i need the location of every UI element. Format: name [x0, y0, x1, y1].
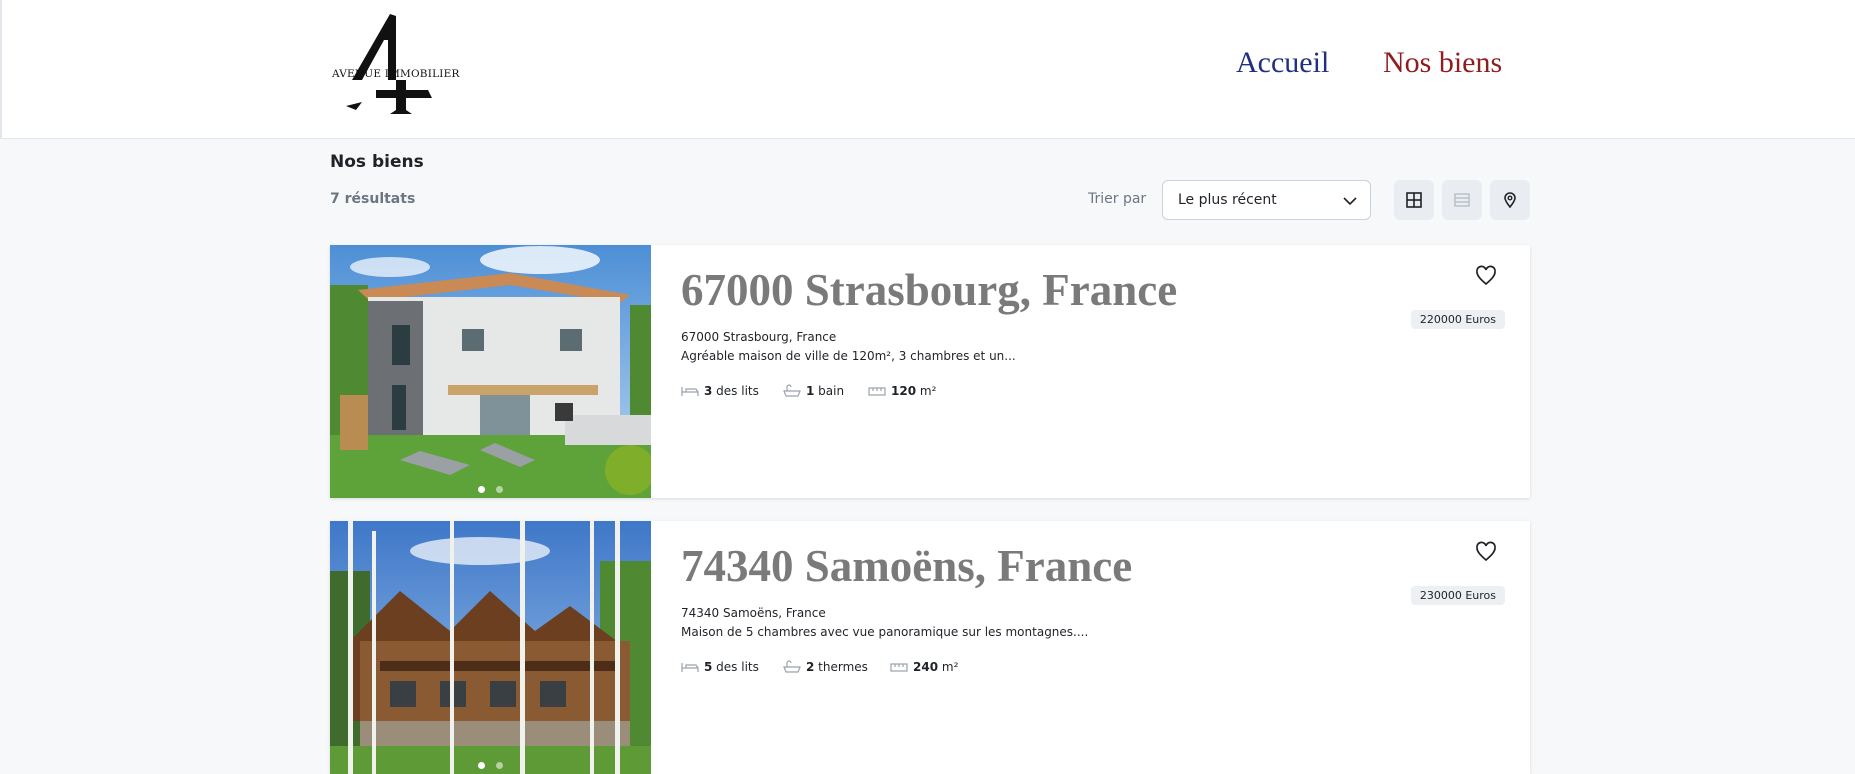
baths-label: thermes [814, 660, 868, 674]
map-pin-icon [1504, 192, 1516, 209]
property-card[interactable]: 74340 Samoëns, France 74340 Samoëns, Fra… [330, 521, 1530, 774]
page-title: Nos biens [330, 152, 424, 172]
map-view-button[interactable] [1490, 180, 1530, 220]
property-card[interactable]: 67000 Strasbourg, France 67000 Strasbour… [330, 245, 1530, 498]
grid-view-button[interactable] [1394, 180, 1434, 220]
property-title[interactable]: 74340 Samoëns, France [681, 540, 1132, 592]
bed-icon [681, 663, 699, 672]
grid-view-icon [1406, 192, 1422, 208]
ruler-icon [868, 387, 886, 396]
feature-baths: 2 thermes [783, 660, 868, 674]
area-label: m² [938, 660, 959, 674]
chalet-photo [330, 521, 651, 774]
sort-selected-value: Le plus récent [1178, 192, 1277, 208]
sort-label: Trier par [1088, 191, 1147, 207]
property-description: Agréable maison de ville de 120m², 3 cha… [681, 349, 1016, 363]
feature-area: 120 m² [868, 384, 936, 398]
site-logo[interactable]: AVENUE IMMOBILIER [332, 10, 460, 122]
feature-baths: 1 bain [783, 384, 844, 398]
nav-link-nos-biens[interactable]: Nos biens [1383, 46, 1502, 80]
logo-text: AVENUE IMMOBILIER [332, 68, 460, 80]
site-header: AVENUE IMMOBILIER Accueil Nos biens [0, 0, 1855, 139]
bed-icon [681, 387, 699, 396]
house-photo [330, 245, 651, 498]
result-count: 7 résultats [330, 191, 416, 207]
favorite-heart-icon[interactable] [1475, 541, 1497, 563]
feature-beds: 5 des lits [681, 660, 759, 674]
property-address: 74340 Samoëns, France [681, 606, 826, 620]
chevron-down-icon [1343, 197, 1357, 206]
property-image-carousel[interactable] [330, 245, 651, 498]
carousel-dot-active[interactable] [478, 486, 485, 493]
logo-mark-icon [346, 14, 432, 114]
sort-select[interactable]: Le plus récent [1162, 180, 1371, 220]
area-count: 120 [891, 384, 917, 398]
property-title[interactable]: 67000 Strasbourg, France [681, 264, 1177, 316]
property-description: Maison de 5 chambres avec vue panoramiqu… [681, 625, 1089, 639]
list-view-icon [1454, 193, 1470, 207]
carousel-dots [478, 478, 514, 493]
feature-beds: 3 des lits [681, 384, 759, 398]
ruler-icon [890, 663, 908, 672]
beds-label: des lits [712, 384, 759, 398]
baths-label: bain [814, 384, 845, 398]
property-address: 67000 Strasbourg, France [681, 330, 837, 344]
list-view-button[interactable] [1442, 180, 1482, 220]
bath-icon [783, 660, 801, 673]
carousel-dot[interactable] [496, 486, 503, 493]
bath-icon [783, 384, 801, 397]
property-image-carousel[interactable] [330, 521, 651, 774]
beds-label: des lits [712, 660, 759, 674]
area-label: m² [916, 384, 937, 398]
feature-area: 240 m² [890, 660, 958, 674]
carousel-dots [478, 754, 514, 769]
nav-link-accueil[interactable]: Accueil [1236, 46, 1329, 80]
favorite-heart-icon[interactable] [1475, 265, 1497, 287]
area-count: 240 [913, 660, 939, 674]
price-badge: 220000 Euros [1410, 310, 1505, 329]
price-badge: 230000 Euros [1410, 586, 1505, 605]
